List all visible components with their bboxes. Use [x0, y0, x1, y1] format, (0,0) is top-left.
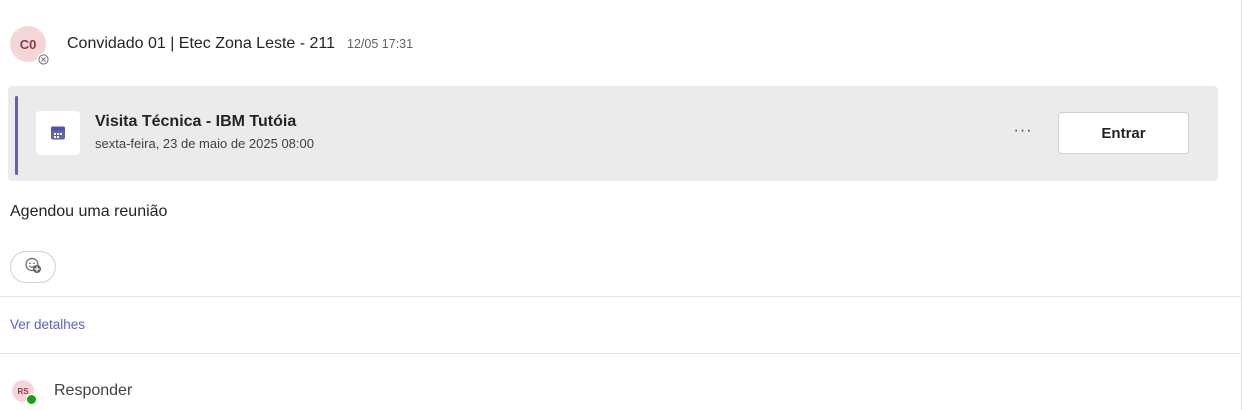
message-text: Agendou uma reunião	[10, 203, 168, 220]
meeting-info: Visita Técnica - IBM Tutóia sexta-feira,…	[95, 112, 314, 154]
meeting-title: Visita Técnica - IBM Tutóia	[95, 113, 297, 130]
post-header: C0 Convidado 01 | Etec Zona Leste - 211 …	[10, 24, 414, 66]
reply-label: Responder	[54, 382, 133, 399]
add-reaction-icon	[24, 256, 42, 279]
author-initials: C0	[19, 36, 37, 52]
add-reaction-button[interactable]	[10, 251, 56, 283]
card-accent-bar	[15, 96, 18, 175]
current-user-initials: RS	[17, 386, 29, 396]
reply-button[interactable]: RS Responder	[12, 378, 133, 405]
meeting-datetime: sexta-feira, 23 de maio de 2025 08:00	[95, 136, 314, 151]
divider	[0, 353, 1241, 354]
calendar-icon	[36, 111, 80, 155]
available-status-icon	[26, 394, 37, 405]
view-details-link[interactable]: Ver detalhes	[10, 317, 85, 332]
post-timestamp: 12/05 17:31	[347, 37, 414, 51]
author-avatar[interactable]: C0	[10, 26, 50, 66]
author-name: Convidado 01 | Etec Zona Leste - 211	[67, 35, 336, 52]
unknown-status-icon	[37, 53, 50, 66]
join-button[interactable]: Entrar	[1058, 112, 1189, 154]
more-options-button[interactable]: ···	[1008, 121, 1038, 145]
meeting-card[interactable]: Visita Técnica - IBM Tutóia sexta-feira,…	[8, 86, 1218, 181]
divider	[0, 296, 1241, 297]
current-user-avatar: RS	[12, 380, 37, 405]
